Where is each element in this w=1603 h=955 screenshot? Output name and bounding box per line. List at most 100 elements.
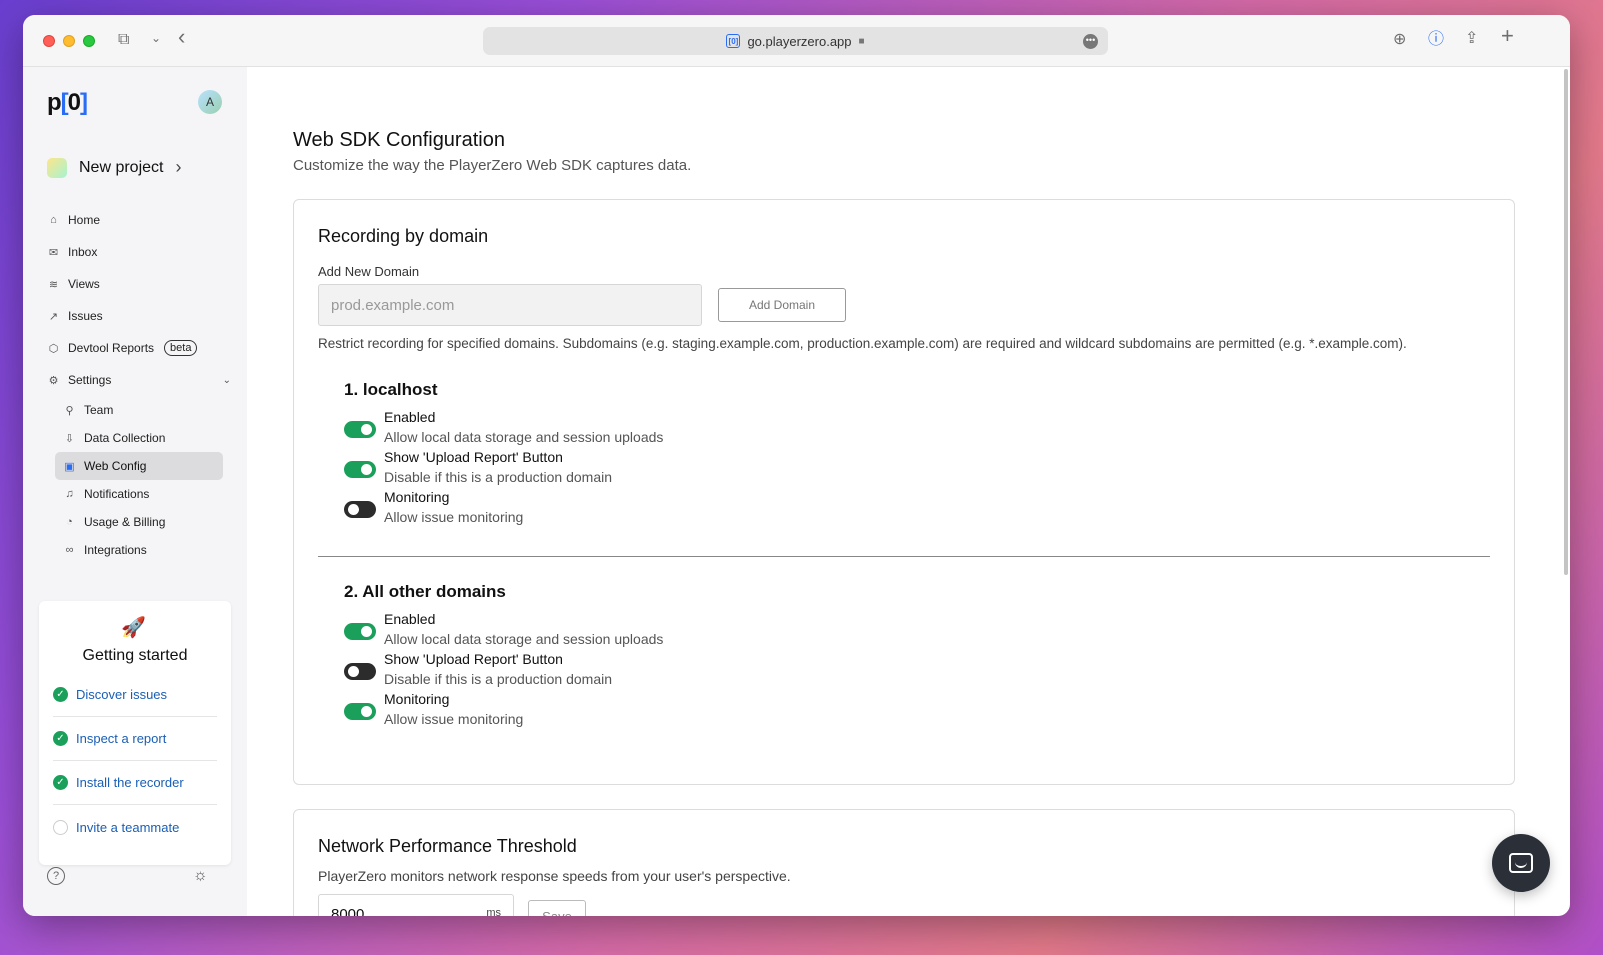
checklist-item-label: Invite a teammate	[76, 819, 180, 835]
sidebar-item-notifications[interactable]: ♫ Notifications	[47, 480, 231, 508]
minimize-window-button[interactable]	[63, 35, 75, 47]
window-controls	[43, 35, 95, 47]
toggle-description: Allow local data storage and session upl…	[384, 631, 664, 647]
sidebar-item-label: Data Collection	[84, 431, 166, 445]
link-icon: ∞	[65, 544, 74, 556]
sidebar-item-data-collection[interactable]: ⇩ Data Collection	[47, 424, 231, 452]
sidebar-item-label: Views	[68, 277, 100, 291]
theme-toggle-icon[interactable]: ☼	[193, 867, 208, 885]
card-subtitle: PlayerZero monitors network response spe…	[318, 868, 791, 884]
lock-icon: ■	[858, 35, 865, 47]
network-threshold-card: Network Performance Threshold PlayerZero…	[293, 809, 1515, 916]
toggle-description: Disable if this is a production domain	[384, 671, 613, 687]
user-avatar[interactable]: A	[198, 90, 222, 114]
sidebar-item-web-config[interactable]: ▣ Web Config	[55, 452, 223, 480]
project-switcher[interactable]: New project ›	[47, 157, 181, 178]
sidebar-item-label: Settings	[68, 373, 112, 387]
sidebar-item-settings[interactable]: ⚙ Settings ⌄	[47, 364, 231, 396]
download-icon: ⇩	[64, 432, 75, 445]
back-icon[interactable]: ‹	[178, 26, 185, 48]
chevron-down-icon[interactable]: ⌄	[223, 375, 231, 386]
divider	[318, 556, 1490, 557]
sidebar-item-label: Devtool Reports	[68, 341, 155, 355]
toggle-row: Enabled Allow local data storage and ses…	[344, 409, 663, 449]
add-domain-button[interactable]: Add Domain	[718, 288, 846, 322]
page-menu-icon[interactable]: •••	[1083, 34, 1098, 49]
domain-title: 2. All other domains	[344, 582, 506, 601]
chevron-right-icon: ›	[175, 157, 182, 177]
getting-started-list: ✓ Discover issues ✓ Inspect a report ✓ I…	[53, 673, 217, 849]
toggle-description: Disable if this is a production domain	[384, 469, 613, 485]
sidebar-nav: ⌂ Home ✉ Inbox ≋ Views ↗ Issues ⬡ Devtoo…	[47, 204, 231, 564]
sidebar-item-usage-billing[interactable]: ◔ Usage & Billing	[47, 508, 231, 536]
sidebar-item-devtool-reports[interactable]: ⬡ Devtool Reports beta	[47, 332, 231, 364]
web-config-icon: ▣	[64, 460, 75, 473]
page-title: Web SDK Configuration	[293, 129, 505, 151]
pie-chart-icon: ◔	[66, 516, 73, 528]
scrollbar[interactable]	[1564, 69, 1568, 575]
upload-report-toggle[interactable]	[344, 663, 376, 680]
toggle-description: Allow local data storage and session upl…	[384, 429, 664, 445]
checklist-item-label: Discover issues	[76, 687, 168, 702]
address-bar[interactable]: [0] go.playerzero.app ■ •••	[483, 27, 1108, 55]
maximize-window-button[interactable]	[83, 35, 95, 47]
card-title: Network Performance Threshold	[318, 836, 577, 856]
check-circle-icon: ✓	[53, 775, 68, 790]
share-icon[interactable]: ⇪	[1465, 31, 1478, 47]
home-icon: ⌂	[50, 214, 57, 226]
sidebar-item-inbox[interactable]: ✉ Inbox	[47, 236, 231, 268]
help-icon[interactable]: ?	[47, 867, 65, 885]
upload-report-toggle[interactable]	[344, 461, 376, 478]
download-icon[interactable]: ⊕	[1393, 32, 1406, 48]
sidebar-item-label: Notifications	[84, 487, 150, 501]
card-title: Recording by domain	[318, 226, 489, 246]
sidebar-item-integrations[interactable]: ∞ Integrations	[47, 536, 231, 564]
domain-help-text: Restrict recording for specified domains…	[318, 336, 1407, 351]
playerzero-logo[interactable]: p[0]	[47, 89, 88, 117]
sidebar-item-home[interactable]: ⌂ Home	[47, 204, 231, 236]
toggle-row: Monitoring Allow issue monitoring	[344, 489, 663, 529]
toggle-label: Show 'Upload Report' Button	[384, 651, 563, 667]
threshold-input[interactable]: 8000 ms	[318, 894, 514, 916]
sidebar-item-team[interactable]: ⚲ Team	[47, 396, 231, 424]
sidebar: p[0] A New project › ⌂ Home ✉ Inbox ≋ Vi…	[23, 67, 247, 916]
sidebar-toggle-icon[interactable]: ⧉	[118, 32, 129, 48]
add-domain-input[interactable]	[318, 284, 702, 326]
inbox-icon: ✉	[48, 246, 59, 259]
sidebar-item-label: Integrations	[84, 543, 147, 557]
toggle-row: Show 'Upload Report' Button Disable if t…	[344, 449, 663, 489]
checklist-item[interactable]: Invite a teammate	[53, 805, 217, 849]
toggle-row: Enabled Allow local data storage and ses…	[344, 611, 663, 651]
browser-window: ⧉ ⌄ ‹ [0] go.playerzero.app ■ ••• ⊕ ⓘ ⇪ …	[23, 15, 1570, 916]
checklist-item[interactable]: ✓ Install the recorder	[53, 761, 217, 805]
sidebar-item-views[interactable]: ≋ Views	[47, 268, 231, 300]
empty-circle-icon	[53, 819, 68, 835]
checklist-item[interactable]: ✓ Discover issues	[53, 673, 217, 717]
enabled-toggle[interactable]	[344, 623, 376, 640]
user-icon: ⚲	[65, 404, 74, 417]
checklist-item[interactable]: ✓ Inspect a report	[53, 717, 217, 761]
sidebar-item-label: Home	[68, 213, 101, 227]
enabled-toggle[interactable]	[344, 421, 376, 438]
close-window-button[interactable]	[43, 35, 55, 47]
main-content: Web SDK Configuration Customize the way …	[247, 67, 1570, 916]
bell-icon: ♫	[65, 488, 74, 500]
gear-icon: ⚙	[48, 374, 59, 387]
monitoring-toggle[interactable]	[344, 703, 376, 720]
chat-launcher-button[interactable]	[1492, 834, 1550, 892]
password-manager-icon[interactable]: ⓘ	[1428, 32, 1444, 48]
page-subtitle: Customize the way the PlayerZero Web SDK…	[293, 157, 692, 174]
layers-icon: ≋	[48, 278, 59, 291]
toggle-label: Monitoring	[384, 489, 450, 505]
monitoring-toggle[interactable]	[344, 501, 376, 518]
cube-icon: ⬡	[48, 342, 59, 355]
save-threshold-button[interactable]: Save	[528, 900, 586, 916]
new-tab-icon[interactable]: +	[1501, 25, 1514, 47]
sidebar-item-label: Web Config	[84, 459, 147, 473]
sidebar-item-issues[interactable]: ↗ Issues	[47, 300, 231, 332]
browser-titlebar: ⧉ ⌄ ‹ [0] go.playerzero.app ■ ••• ⊕ ⓘ ⇪ …	[23, 15, 1570, 67]
tab-overview-chevron-icon[interactable]: ⌄	[151, 30, 161, 46]
trend-arrow-icon: ↗	[48, 310, 59, 323]
chat-icon	[1509, 853, 1533, 873]
sidebar-item-label: Issues	[68, 309, 103, 323]
